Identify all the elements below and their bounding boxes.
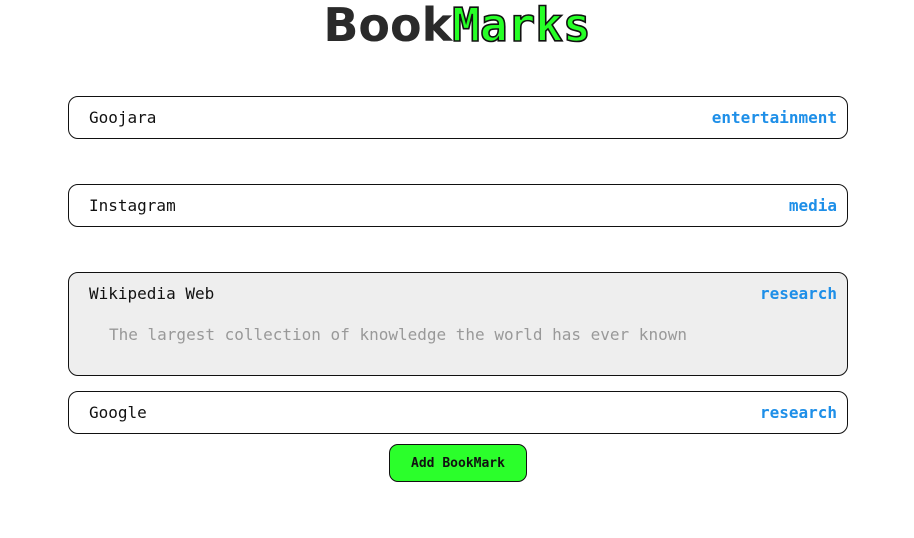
bookmark-name: Goojara xyxy=(89,108,157,127)
bookmark-category: entertainment xyxy=(711,108,837,127)
bookmark-category: media xyxy=(788,196,837,215)
bookmark-card-google[interactable]: Google research xyxy=(68,391,848,434)
add-bookmark-button[interactable]: Add BookMark xyxy=(389,444,527,482)
bookmark-name: Instagram xyxy=(89,196,176,215)
bookmark-name: Wikipedia Web xyxy=(89,284,215,303)
page-title: BookMarks xyxy=(0,0,914,52)
bookmark-card-goojara[interactable]: Goojara entertainment xyxy=(68,96,848,139)
bookmark-category: research xyxy=(759,284,837,303)
bookmark-card-wikipedia-web[interactable]: Wikipedia Web research The largest colle… xyxy=(68,272,848,376)
title-marks: Marks xyxy=(451,0,591,52)
bookmark-card-instagram[interactable]: Instagram media xyxy=(68,184,848,227)
bookmark-name: Google xyxy=(89,403,147,422)
title-book: Book xyxy=(323,0,453,52)
bookmark-category: research xyxy=(759,403,837,422)
bookmark-description: The largest collection of knowledge the … xyxy=(109,325,687,344)
